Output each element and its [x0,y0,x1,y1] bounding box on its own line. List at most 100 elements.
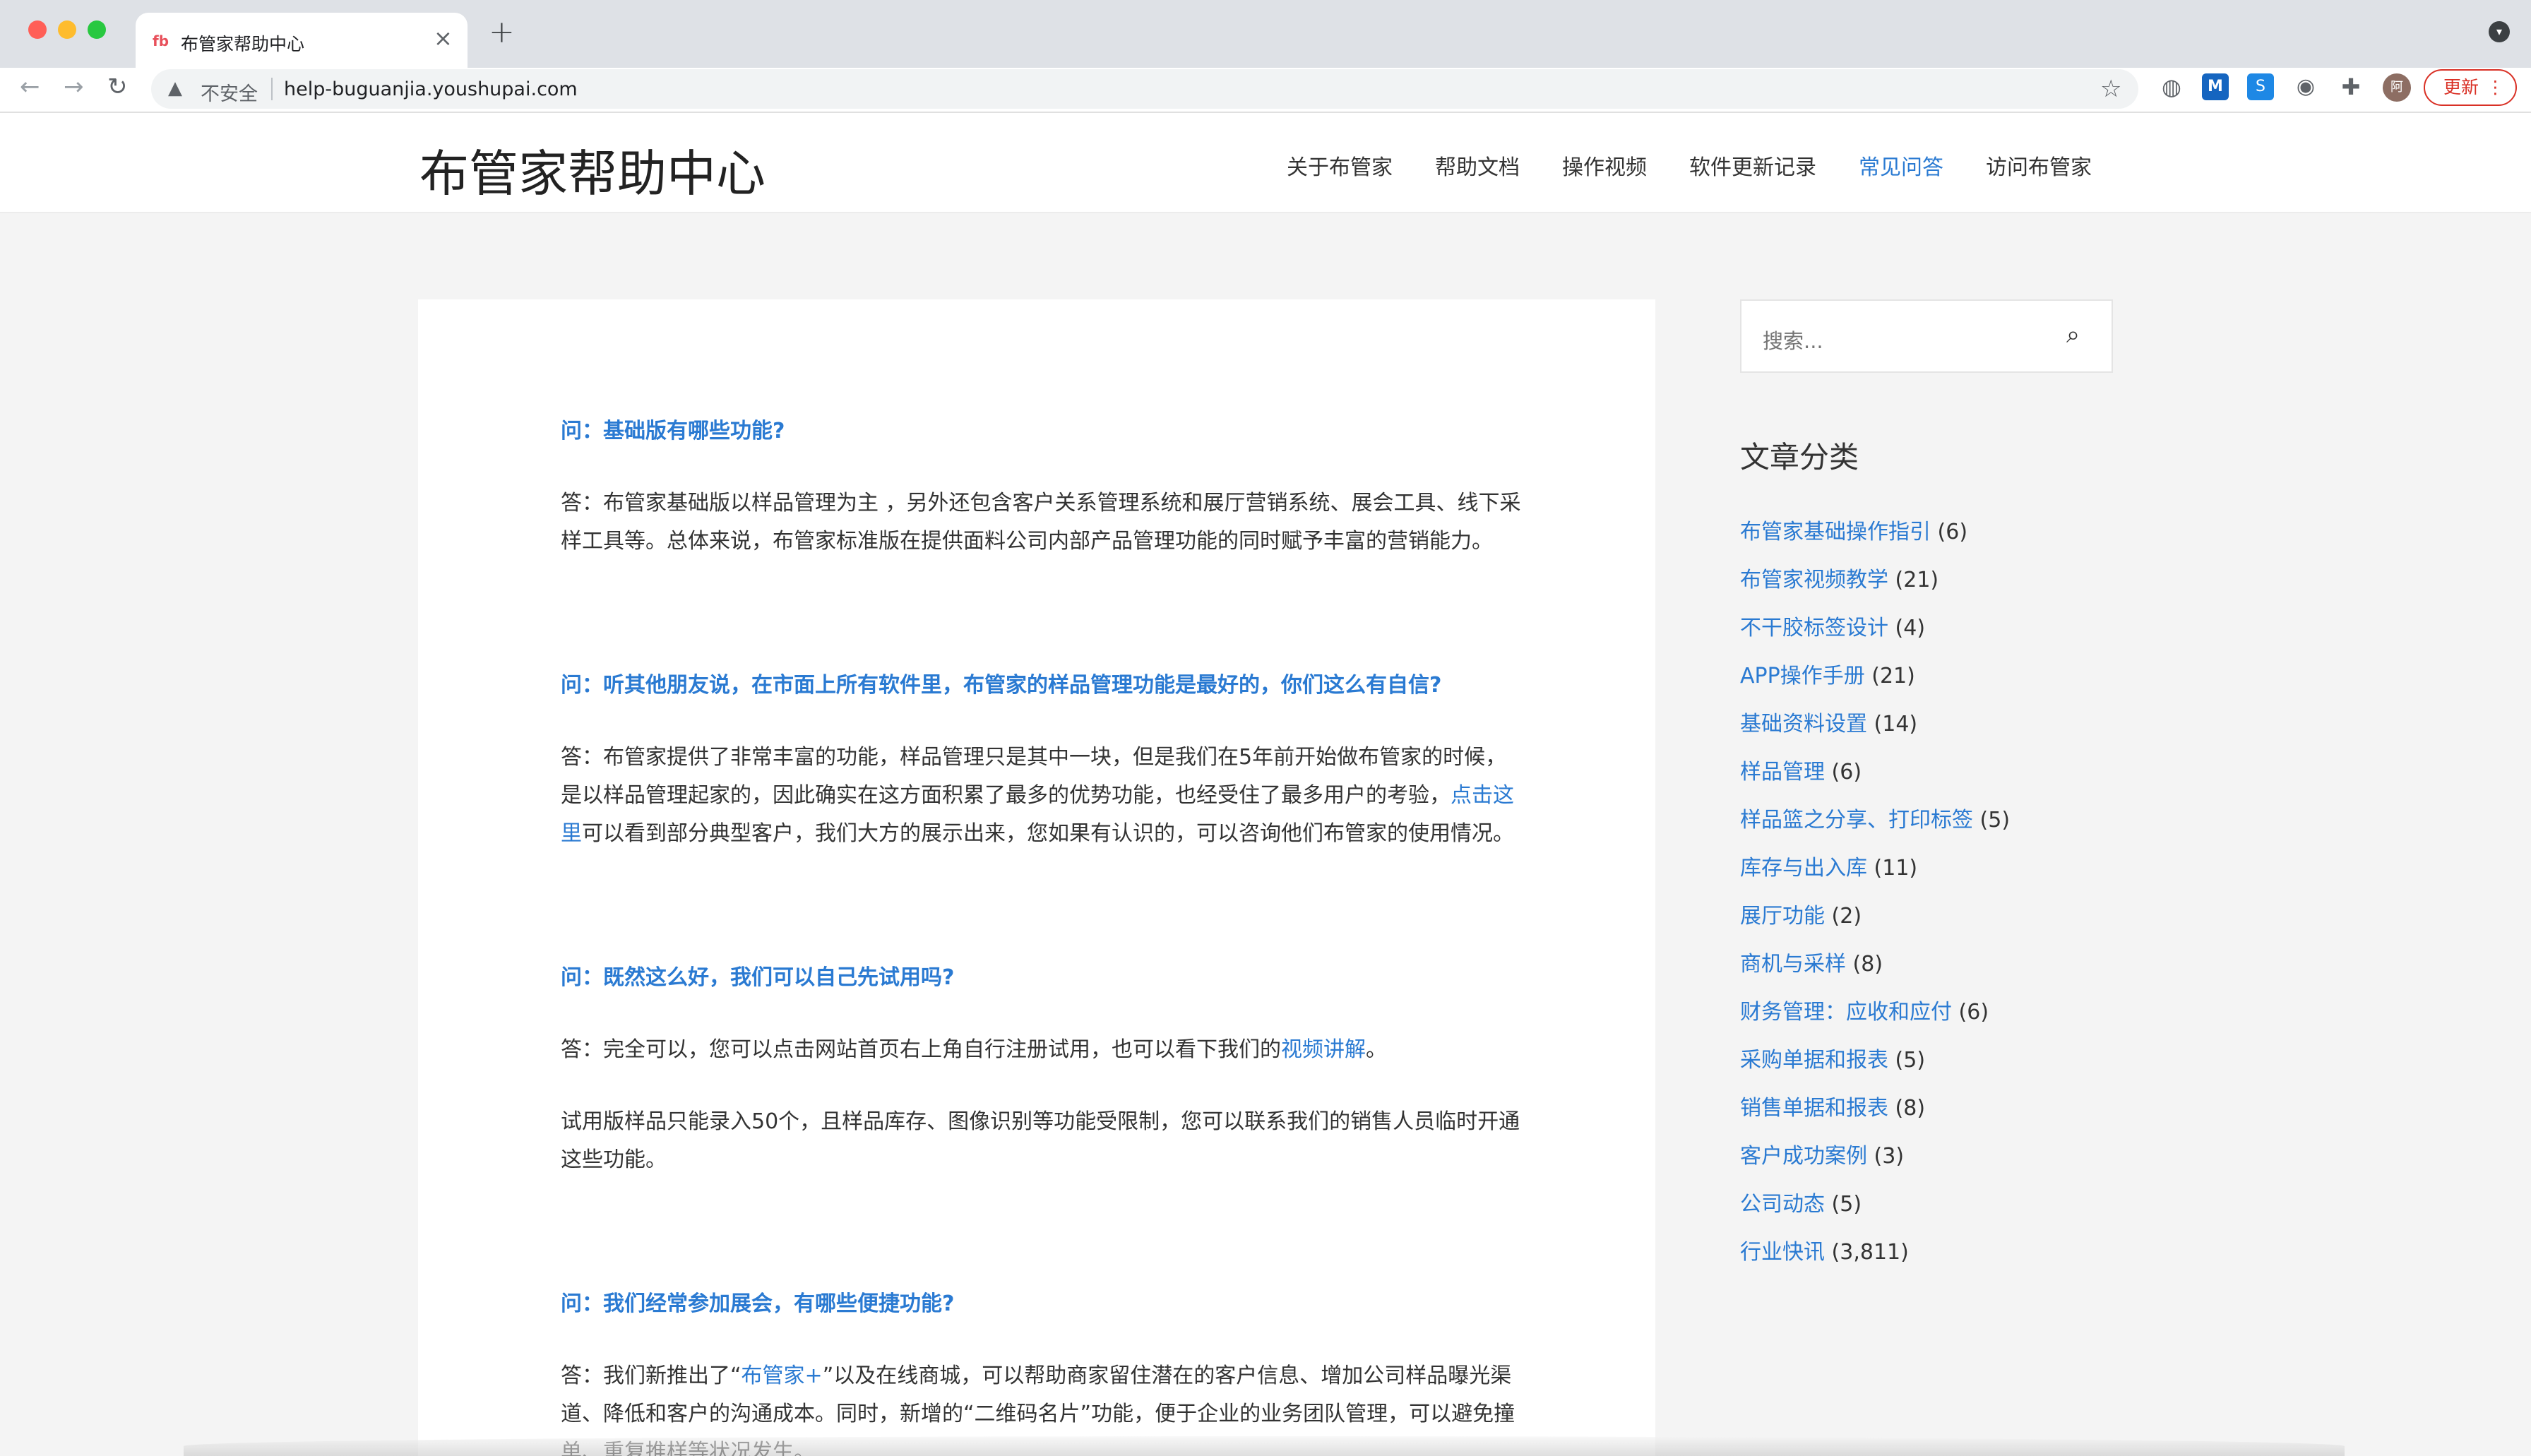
category-count: (2) [1831,904,1862,929]
tab-search-icon[interactable]: ▾ [2489,21,2510,42]
category-item: 样品篮之分享、打印标签 (5) [1740,802,2010,833]
category-item: 行业快讯 (3,811) [1740,1234,1909,1265]
category-item: 客户成功案例 (3) [1740,1138,1904,1169]
tab-title: 布管家帮助中心 [181,34,305,54]
category-item: 销售单据和报表 (8) [1740,1090,1925,1121]
category-link[interactable]: 展厅功能 [1740,904,1825,929]
window-maximize-button[interactable] [88,20,106,39]
category-link[interactable]: 采购单据和报表 [1740,1048,1888,1073]
nav-visit[interactable]: 访问布管家 [1986,150,2092,181]
video-explanation-link[interactable]: 视频讲解 [1281,1037,1366,1062]
answer-1: 答：布管家基础版以样品管理为主 ，另外还包含客户关系管理系统和展厅营销系统、展会… [561,491,1521,554]
forward-arrow-icon[interactable]: → [64,75,84,99]
extension-m-icon[interactable]: M [2202,73,2229,100]
category-item: 库存与出入库 (11) [1740,850,1917,881]
category-link[interactable]: 库存与出入库 [1740,856,1867,881]
answer-3-note: 试用版样品只能录入50个，且样品库存、图像识别等功能受限制，您可以联系我们的销售… [561,1109,1520,1172]
category-item: 商机与采样 (8) [1740,946,1883,977]
category-item: 采购单据和报表 (5) [1740,1042,1925,1073]
category-count: (5) [1831,1192,1862,1217]
new-tab-button[interactable]: + [489,17,515,48]
category-item: 展厅功能 (2) [1740,898,1862,929]
category-link[interactable]: APP操作手册 [1740,664,1865,688]
nav-changelog[interactable]: 软件更新记录 [1689,150,1816,181]
answer-3-text: 答：完全可以，您可以点击网站首页右上角自行注册试用，也可以看下我们的 [561,1037,1281,1062]
categories-heading: 文章分类 [1740,440,1859,475]
nav-about[interactable]: 关于布管家 [1287,150,1393,181]
camera-icon[interactable]: ◉ [2292,73,2319,100]
category-count: (5) [1979,808,2011,833]
category-item: 基础资料设置 (14) [1740,706,1917,737]
answer-3: 答：完全可以，您可以点击网站首页右上角自行注册试用，也可以看下我们的视频讲解。 [561,1031,1521,1069]
site-header: 布管家帮助中心 关于布管家 帮助文档 操作视频 软件更新记录 常见问答 访问布管… [0,113,2531,213]
extension-s-icon[interactable]: S [2247,73,2274,100]
warning-icon[interactable]: ▲ [168,78,182,99]
nav-videos[interactable]: 操作视频 [1562,150,1647,181]
category-link[interactable]: 布管家基础操作指引 [1740,520,1931,544]
answer-2-text-end: 可以看到部分典型客户，我们大方的展示出来，您如果有认识的，可以咨询他们布管家的使… [582,821,1514,846]
star-icon[interactable]: ☆ [2100,75,2121,103]
security-label[interactable]: 不安全 [201,78,258,106]
category-count: (8) [1852,952,1883,977]
category-item: 财务管理：应收和应付 (6) [1740,994,1989,1025]
site-title[interactable]: 布管家帮助中心 [419,134,766,205]
category-count: (14) [1874,712,1918,736]
category-item: 不干胶标签设计 (4) [1740,610,1925,641]
category-count: (11) [1874,856,1918,881]
address-bar[interactable]: ▲ 不安全 help-buguanjia.youshupai.com ☆ [151,69,2138,109]
category-link[interactable]: 基础资料设置 [1740,712,1867,736]
category-link[interactable]: 行业快讯 [1740,1240,1825,1265]
back-arrow-icon[interactable]: ← [20,75,40,99]
update-label: 更新 [2443,77,2479,97]
category-link[interactable]: 客户成功案例 [1740,1144,1867,1169]
close-tab-icon[interactable]: × [434,27,453,49]
answer-2-text: 答：布管家提供了非常丰富的功能，样品管理只是其中一块，但是我们在5年前开始做布管… [561,745,1507,808]
category-item: 布管家视频教学 (21) [1740,562,1939,593]
buguanjia-plus-link[interactable]: 布管家+ [742,1363,823,1388]
search-field[interactable]: 搜索... ⌕ [1740,299,2113,373]
favicon-icon: fb [153,32,169,49]
window-close-button[interactable] [28,20,47,39]
category-link[interactable]: 财务管理：应收和应付 [1740,1000,1952,1025]
category-link[interactable]: 样品管理 [1740,760,1825,784]
category-link[interactable]: 样品篮之分享、打印标签 [1740,808,1973,833]
address-divider [271,78,273,100]
category-count: (3,811) [1831,1240,1909,1265]
window-minimize-button[interactable] [58,20,76,39]
puzzle-icon[interactable]: ✚ [2338,73,2364,100]
category-count: (5) [1895,1048,1926,1073]
category-count: (8) [1895,1096,1926,1121]
url-text[interactable]: help-buguanjia.youshupai.com [284,78,578,100]
category-link[interactable]: 公司动态 [1740,1192,1825,1217]
search-icon[interactable]: ⌕ [2066,321,2080,349]
profile-avatar[interactable]: 阿 [2383,73,2411,102]
category-count: (21) [1895,568,1939,592]
category-count: (6) [1937,520,1968,544]
browser-toolbar: ← → ↻ ▲ 不安全 help-buguanjia.youshupai.com… [0,68,2531,113]
category-link[interactable]: 销售单据和报表 [1740,1096,1888,1121]
reload-icon[interactable]: ↻ [107,75,128,99]
answer-3-text-end: 。 [1366,1037,1387,1062]
dock-shadow [184,1436,2345,1456]
category-count: (3) [1874,1144,1905,1169]
category-count: (6) [1831,760,1862,784]
category-link[interactable]: 不干胶标签设计 [1740,616,1888,640]
kebab-menu-icon: ⋮ [2487,77,2504,97]
nav-help-docs[interactable]: 帮助文档 [1435,150,1520,181]
question-1: 问：基础版有哪些功能? [561,419,785,443]
article-card [418,299,1655,1456]
nav-faq[interactable]: 常见问答 [1859,150,1943,181]
update-button[interactable]: 更新 ⋮ [2424,69,2517,106]
category-link[interactable]: 布管家视频教学 [1740,568,1888,592]
category-item: 公司动态 (5) [1740,1186,1862,1217]
browser-tab[interactable]: fb 布管家帮助中心 × [136,13,468,68]
category-item: 布管家基础操作指引 (6) [1740,514,1967,545]
browser-tab-bar: fb 布管家帮助中心 × + ▾ [0,0,2531,68]
search-input[interactable]: 搜索... [1763,325,1823,354]
question-4: 问：我们经常参加展会，有哪些便捷功能? [561,1291,955,1316]
category-count: (4) [1895,616,1926,640]
answer-2: 答：布管家提供了非常丰富的功能，样品管理只是其中一块，但是我们在5年前开始做布管… [561,739,1521,853]
category-count: (21) [1871,664,1915,688]
category-link[interactable]: 商机与采样 [1740,952,1846,977]
globe-icon[interactable]: ◍ [2158,73,2185,100]
